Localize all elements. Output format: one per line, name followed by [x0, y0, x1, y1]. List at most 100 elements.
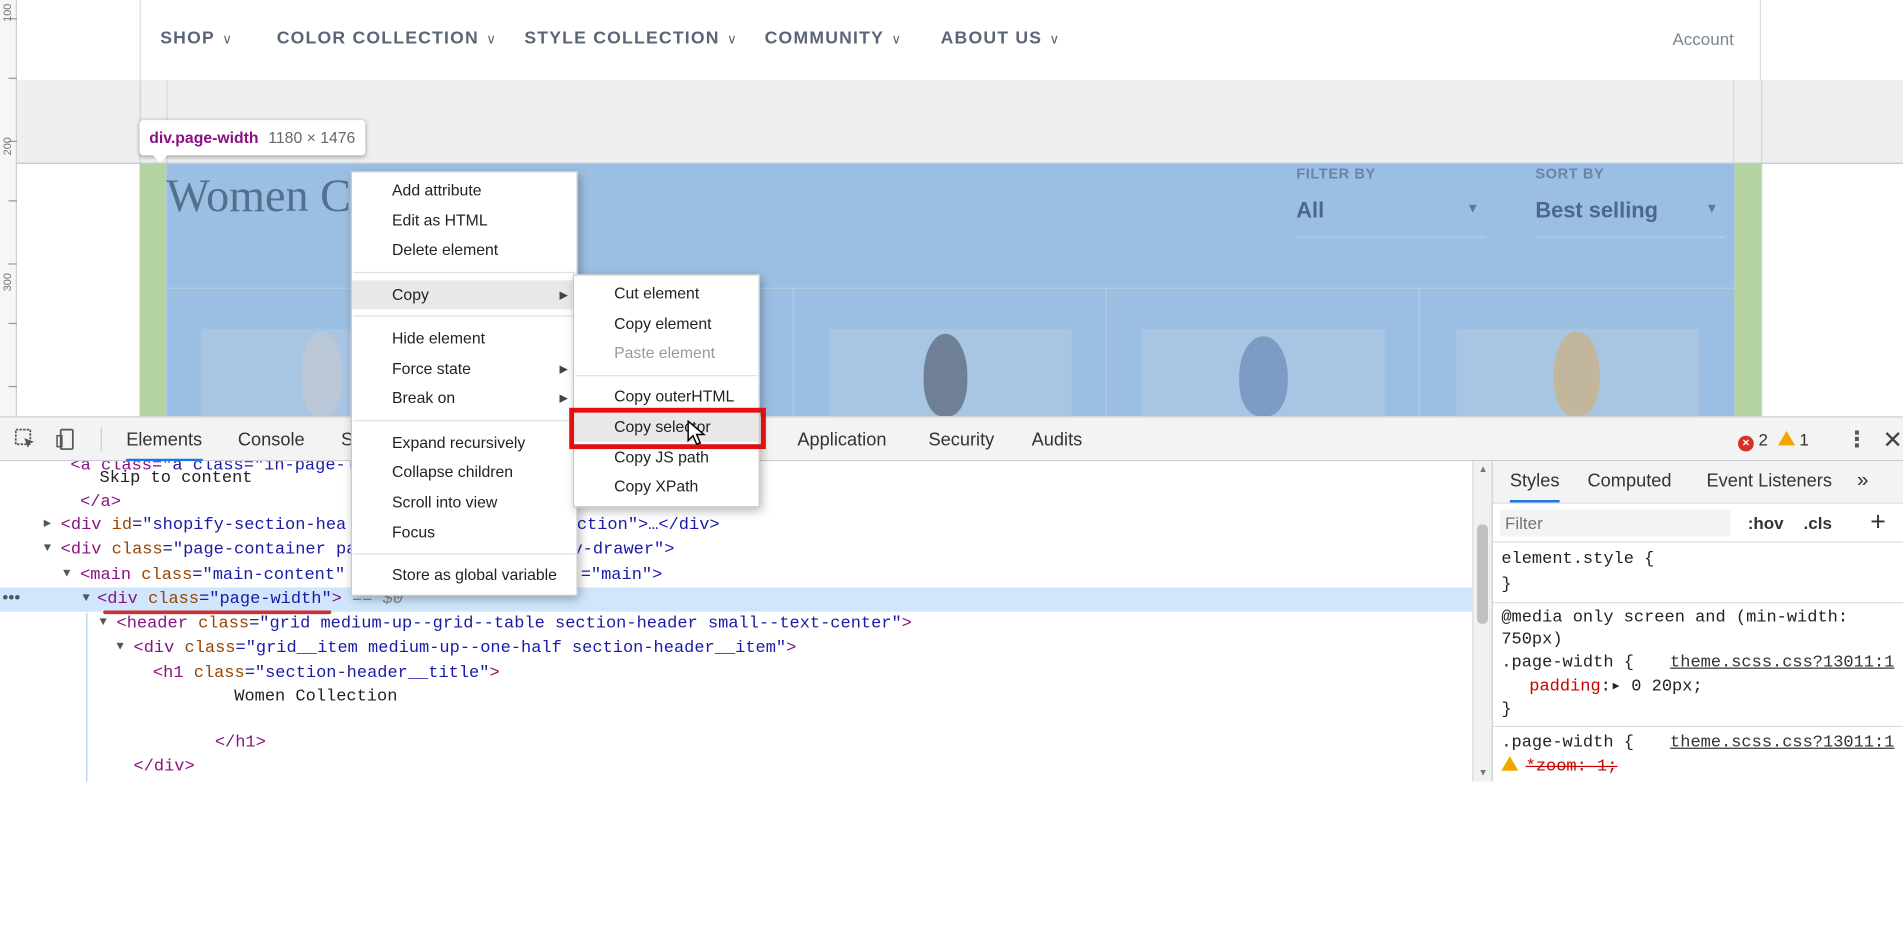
tab-application[interactable]: Application: [797, 430, 886, 451]
nav-color-collection[interactable]: COLOR COLLECTION ∨: [277, 29, 498, 48]
hover-state-toggle[interactable]: :hov: [1748, 513, 1784, 532]
site-navigation: SHOP ∨ COLOR COLLECTION ∨ STYLE COLLECTION…: [139, 0, 1762, 81]
padding-highlight-left: [139, 163, 167, 417]
mouse-pointer-icon: [687, 419, 706, 446]
menu-cut-element[interactable]: Cut element: [574, 279, 758, 308]
dom-scrollbar[interactable]: ▲ ▼: [1472, 461, 1492, 782]
collapse-triangle-icon[interactable]: ▼: [44, 538, 51, 562]
menu-edit-as-html[interactable]: Edit as HTML: [352, 206, 577, 235]
chevron-down-icon: ∨: [1049, 32, 1061, 48]
devtools-toolbar: Elements Console S Application Security …: [0, 416, 1903, 462]
style-rule-brace: }: [1501, 700, 1512, 720]
dom-node-selected[interactable]: ▼ <div class="page-width"> == $0: [0, 587, 1473, 612]
menu-break-on[interactable]: Break on ▶: [352, 384, 577, 413]
caret-down-icon: ▼: [1466, 201, 1480, 217]
dom-node[interactable]: ▼ <div class="page-container pa y-drawer">: [0, 538, 1472, 562]
context-menu: Add attribute Edit as HTML Delete elemen…: [350, 171, 578, 596]
menu-copy-element[interactable]: Copy element: [574, 309, 758, 338]
filter-select[interactable]: All: [1296, 198, 1324, 223]
more-options-icon[interactable]: ⋮: [1846, 427, 1868, 452]
filter-label: FILTER BY: [1296, 165, 1376, 183]
menu-scroll-into-view[interactable]: Scroll into view: [352, 488, 577, 517]
menu-store-as-global-variable[interactable]: Store as global variable: [352, 561, 577, 590]
menu-expand-recursively[interactable]: Expand recursively: [352, 428, 577, 457]
dom-node[interactable]: ▼ <main class="main-content" ="main">: [0, 563, 1472, 587]
scrollbar-thumb[interactable]: [1477, 524, 1488, 624]
tab-event-listeners[interactable]: Event Listeners: [1706, 471, 1831, 492]
style-declaration-invalid[interactable]: *zoom: 1;: [1501, 756, 1617, 778]
sort-label: SORT BY: [1535, 165, 1605, 183]
sort-select[interactable]: Best selling: [1535, 198, 1658, 223]
collapse-triangle-icon[interactable]: ▼: [83, 587, 90, 611]
nav-community[interactable]: COMMUNITY ∨: [765, 29, 903, 48]
product-image[interactable]: [1142, 328, 1385, 417]
styles-tabs: Styles Computed Event Listeners »: [1492, 461, 1903, 504]
ruler-mark: 300: [1, 273, 14, 292]
scroll-down-icon[interactable]: ▼: [1478, 767, 1488, 778]
menu-hide-element[interactable]: Hide element: [352, 324, 577, 353]
dom-node[interactable]: ▼ <div class="grid__item medium-up--one-h…: [0, 636, 1472, 660]
scroll-up-icon[interactable]: ▲: [1478, 464, 1488, 475]
padding-highlight-right: [1734, 163, 1762, 417]
vertical-ruler: 100 200 300: [0, 0, 17, 417]
more-tabs-icon[interactable]: »: [1857, 468, 1868, 492]
dom-node[interactable]: ▶ <div id="shopify-section-hea ction">…</d…: [0, 513, 1472, 537]
account-link[interactable]: Account: [1672, 29, 1733, 48]
new-rule-button[interactable]: +: [1870, 506, 1886, 538]
nav-shop[interactable]: SHOP ∨: [160, 29, 233, 48]
chevron-down-icon: ∨: [222, 32, 234, 48]
expand-triangle-icon[interactable]: ▶: [44, 513, 51, 537]
more-actions-icon[interactable]: •••: [2, 587, 20, 606]
product-image[interactable]: [1456, 328, 1700, 417]
tab-console[interactable]: Console: [238, 430, 305, 451]
class-toggle[interactable]: .cls: [1804, 513, 1832, 532]
collapse-triangle-icon[interactable]: ▼: [100, 612, 107, 636]
chevron-down-icon: ∨: [891, 32, 903, 48]
menu-copy[interactable]: Copy ▶: [351, 280, 577, 310]
style-declaration[interactable]: padding:▸ 0 20px;: [1529, 676, 1702, 698]
chevron-down-icon: ∨: [727, 32, 739, 48]
style-rule-selector[interactable]: element.style {: [1501, 549, 1654, 571]
stylesheet-link[interactable]: theme.scss.css?13011:1: [1670, 652, 1894, 674]
menu-focus[interactable]: Focus: [352, 518, 577, 547]
collapse-triangle-icon[interactable]: ▼: [63, 563, 70, 587]
warning-icon: [1777, 430, 1795, 446]
tab-styles[interactable]: Styles: [1509, 471, 1560, 503]
dom-node[interactable]: </div>: [0, 755, 1472, 779]
issues-counter[interactable]: × 2 1: [1738, 430, 1809, 452]
styles-filter-input[interactable]: [1500, 509, 1731, 537]
menu-force-state[interactable]: Force state ▶: [352, 354, 577, 383]
media-query-cont: 750px): [1501, 629, 1563, 650]
menu-collapse-children[interactable]: Collapse children: [352, 458, 577, 487]
device-toolbar-icon[interactable]: [56, 428, 78, 450]
annotation-highlight-box: [569, 407, 766, 450]
tab-elements[interactable]: Elements: [126, 430, 203, 462]
menu-add-attribute[interactable]: Add attribute: [352, 176, 577, 205]
tab-audits[interactable]: Audits: [1032, 430, 1083, 451]
tab-computed[interactable]: Computed: [1588, 471, 1672, 492]
dom-node[interactable]: </h1>: [0, 731, 1472, 755]
nav-style-collection[interactable]: STYLE COLLECTION ∨: [524, 29, 738, 48]
dom-node[interactable]: ▼ <header class="grid medium-up--grid--ta…: [0, 612, 1472, 636]
style-rule-selector[interactable]: .page-width {: [1501, 652, 1634, 674]
submenu-arrow-icon: ▶: [559, 288, 568, 301]
warning-icon: [1501, 756, 1519, 771]
menu-delete-element[interactable]: Delete element: [352, 235, 577, 264]
menu-copy-xpath[interactable]: Copy XPath: [574, 472, 758, 501]
nav-about-us[interactable]: ABOUT US ∨: [941, 29, 1061, 48]
collapse-triangle-icon[interactable]: ▼: [117, 636, 124, 660]
chevron-down-icon: ∨: [486, 32, 498, 48]
page-viewport: 100 200 300 SHOP ∨ COLOR COLLECTION ∨ STYL…: [0, 0, 1903, 417]
product-image[interactable]: [828, 328, 1072, 417]
dom-text-node[interactable]: Women Collection: [0, 685, 1472, 709]
submenu-arrow-icon: ▶: [559, 392, 568, 405]
styles-pane: Styles Computed Event Listeners » :hov .…: [1491, 461, 1903, 782]
style-rule-brace: }: [1501, 575, 1512, 595]
stylesheet-link[interactable]: theme.scss.css?13011:1: [1670, 732, 1894, 754]
tab-security[interactable]: Security: [928, 430, 994, 451]
style-rule-selector[interactable]: .page-width {: [1501, 732, 1634, 754]
dom-node[interactable]: <h1 class="section-header__title">: [0, 661, 1472, 685]
close-icon[interactable]: ✕: [1882, 425, 1902, 455]
ruler-mark: 200: [1, 137, 14, 156]
inspect-element-icon[interactable]: [14, 428, 37, 450]
